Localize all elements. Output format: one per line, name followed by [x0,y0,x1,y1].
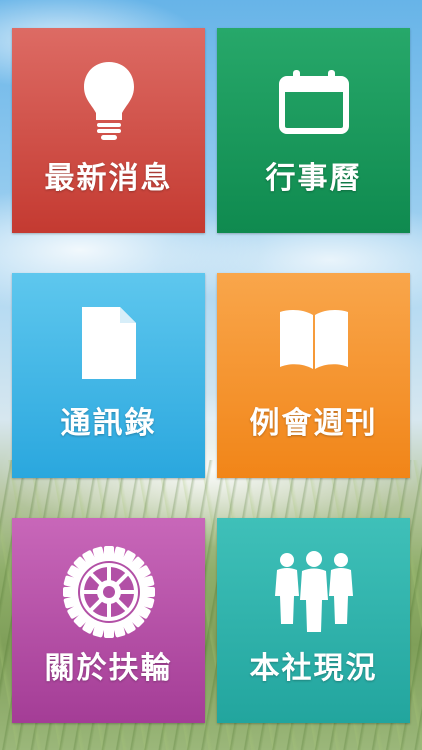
calendar-icon [278,70,349,134]
tile-about-rotary[interactable]: 關於扶輪 [12,518,205,723]
tile-label: 例會週刊 [249,406,378,441]
tile-label: 本社現況 [249,651,378,686]
tile-label: 通訊錄 [60,406,157,441]
tile-directory[interactable]: 通訊錄 [12,273,205,478]
rotary-wheel-icon [62,546,155,638]
tile-label: 行事曆 [265,161,362,196]
document-icon [81,307,136,379]
tile-calendar[interactable]: 行事曆 [217,28,410,233]
open-book-icon [279,310,348,369]
tile-weekly-bulletin[interactable]: 例會週刊 [217,273,410,478]
tile-latest-news[interactable]: 最新消息 [12,28,205,233]
tile-club-status[interactable]: 本社現況 [217,518,410,723]
tile-label: 最新消息 [44,161,173,196]
lightbulb-icon [83,62,134,140]
tile-label: 關於扶輪 [44,651,173,686]
people-group-icon [274,551,353,632]
